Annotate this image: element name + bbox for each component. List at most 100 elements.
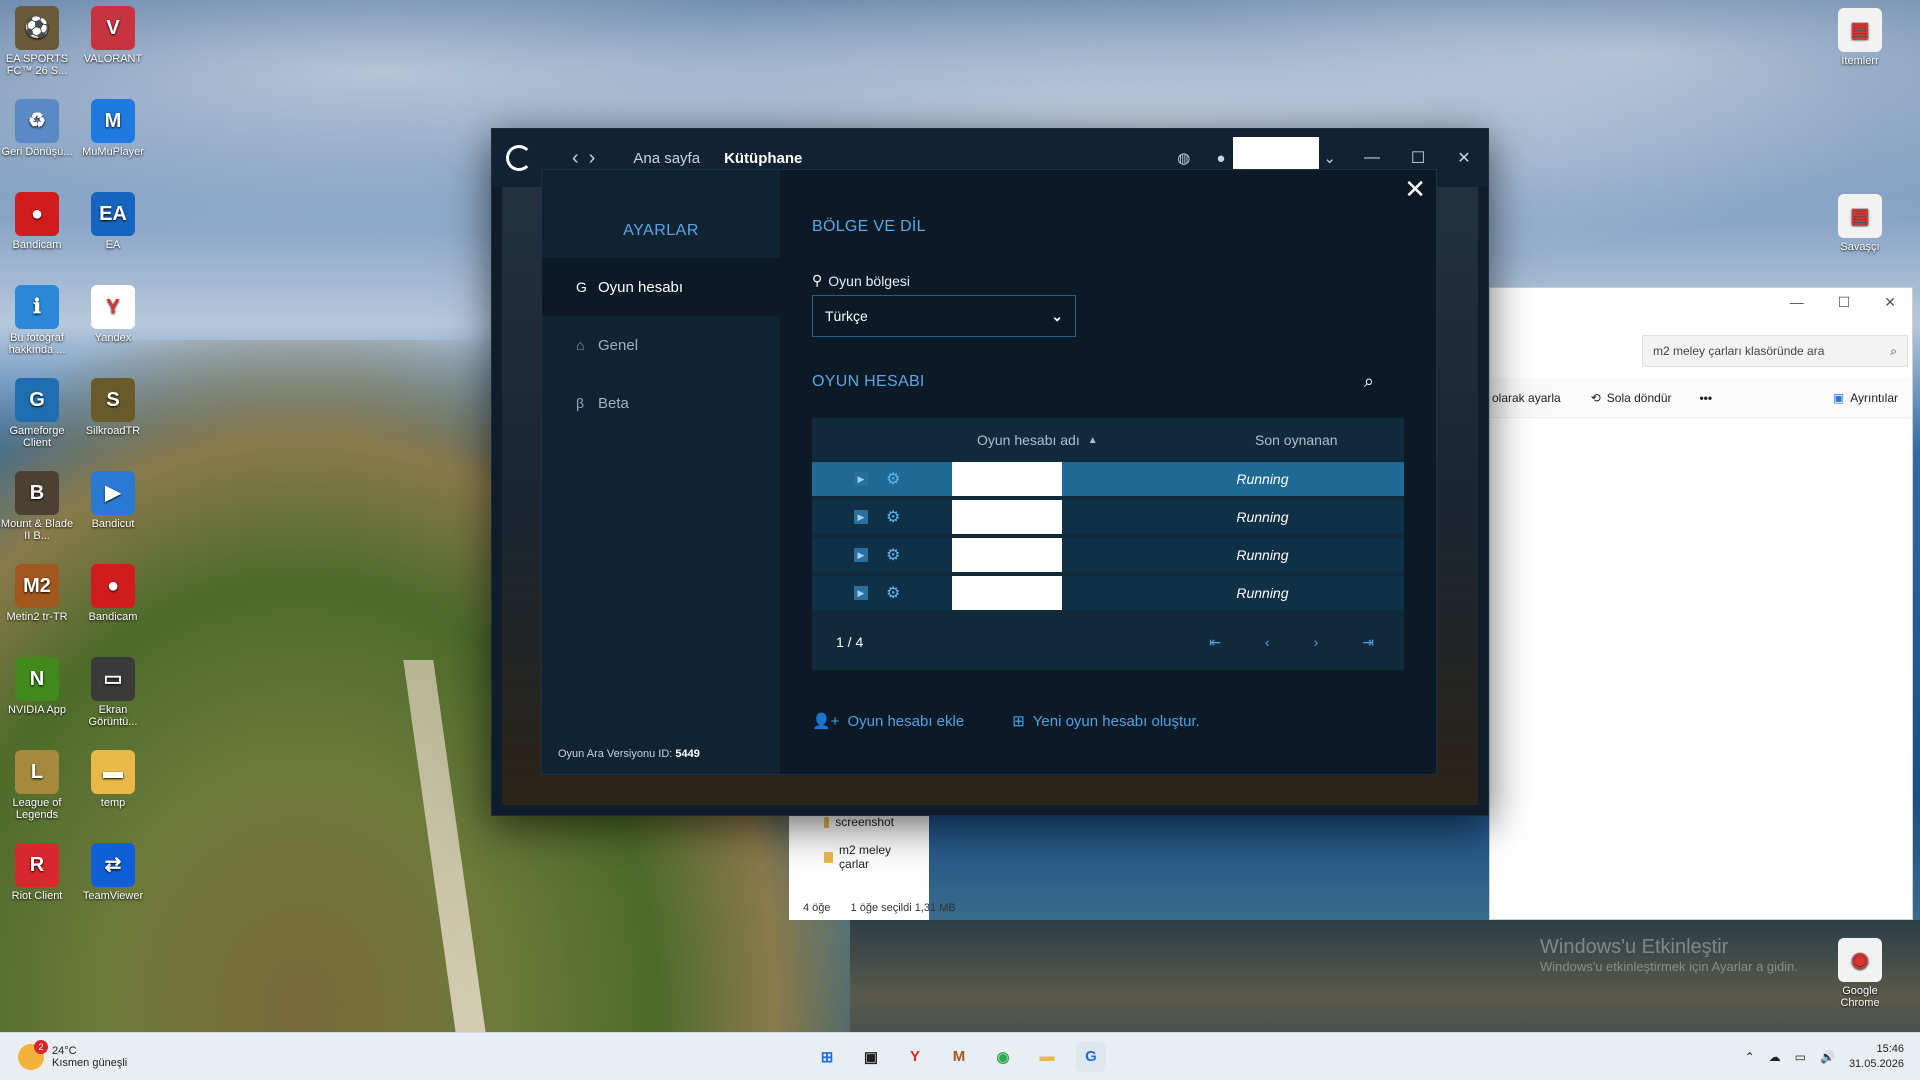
sidebar-item-general[interactable]: ⌂ Genel [542,316,780,374]
desktop-icon[interactable]: M2 Metin2 tr-TR [0,564,74,623]
gear-icon[interactable]: ⚙ [886,469,900,489]
sidebar-item-game-account[interactable]: G Oyun hesabı [542,258,780,316]
file-explorer-icon[interactable]: ▬ [1032,1042,1062,1072]
desktop-icon[interactable]: EA EA [76,192,150,251]
create-account-button[interactable]: ⊞ Yeni oyun hesabı oluştur. [1012,712,1200,731]
desktop-icon[interactable]: ♻ Geri Dönüşü... [0,99,74,158]
region-select[interactable]: Türkçe ⌄ [812,295,1076,337]
globe-icon[interactable]: ◍ [1177,149,1190,167]
maximize-icon[interactable]: ☐ [1838,294,1851,316]
desktop-icon[interactable]: ⚽ EA SPORTS FC™ 26 S... [0,6,74,77]
details-button[interactable]: Ayrıntılar [1850,391,1898,405]
chevron-up-icon[interactable]: ⌃ [1745,1050,1755,1064]
rotate-left-icon: ⟲ [1590,390,1601,405]
taskbar-apps: ⊞ ▣ Y M ◉ ▬ G [812,1041,1106,1072]
more-options-button[interactable]: ••• [1699,391,1712,405]
maximize-icon[interactable]: ☐ [1408,148,1428,168]
explorer-search-input[interactable]: m2 meley çarları klasöründe ara ⌕ [1642,335,1908,367]
nav-library-link[interactable]: Kütüphane [724,150,802,167]
table-row[interactable]: ▶ ⚙ Running [812,462,1404,496]
network-icon[interactable]: ▭ [1795,1050,1806,1064]
region-field-label: ⚲ Oyun bölgesi [812,272,1404,289]
back-arrow-icon[interactable]: ‹ [572,147,579,170]
desktop-icon[interactable]: N NVIDIA App [0,657,74,716]
account-section-header: OYUN HESABI ⌕ [812,371,1404,392]
table-row[interactable]: ▶ ⚙ Running [812,576,1404,610]
table-row[interactable]: ▶ ⚙ Running [812,500,1404,534]
desktop-icon[interactable]: ⇄ TeamViewer [76,843,150,902]
desktop-icon[interactable]: ● Bandicam [0,192,74,251]
play-icon[interactable]: ▶ [854,472,868,486]
app-icon: R [15,843,59,887]
explorer-search-placeholder: m2 meley çarları klasöründe ara [1653,344,1825,358]
volume-icon[interactable]: 🔊 [1820,1050,1835,1064]
yandex-icon[interactable]: Y [900,1042,930,1072]
forward-arrow-icon[interactable]: › [589,147,596,170]
app-icon: EA [91,192,135,236]
sidebar-item-beta[interactable]: β Beta [542,374,780,432]
task-view-icon[interactable]: ▣ [856,1042,886,1072]
first-page-icon[interactable]: ⇤ [1209,634,1221,651]
folder-item-m2[interactable]: m2 meley çarlar [789,836,929,878]
nav-home-link[interactable]: Ana sayfa [633,150,700,167]
desktop-icon[interactable]: ▶ Bandicut [76,471,150,530]
desktop-icon[interactable]: M MuMuPlayer [76,99,150,158]
clock[interactable]: 15:46 31.05.2026 [1849,1042,1904,1072]
version-label: Oyun Ara Versiyonu ID: [558,748,673,760]
desktop-icon[interactable]: V VALORANT [76,6,150,65]
account-actions: 👤+ Oyun hesabı ekle ⊞ Yeni oyun hesabı o… [812,712,1404,731]
next-page-icon[interactable]: › [1314,634,1319,651]
gear-icon[interactable]: ⚙ [886,507,900,527]
gameforge-icon[interactable]: G [1076,1041,1106,1072]
desktop-icon[interactable]: R Riot Client [0,843,74,902]
desktop-icon[interactable]: ▭ Ekran Görüntü... [76,657,150,728]
search-icon: ⌕ [1890,344,1897,358]
desktop-icon-label: Bandicut [91,518,135,530]
gear-icon[interactable]: ⚙ [886,583,900,603]
weather-widget[interactable]: 2 24°C Kısmen güneşli [18,1039,127,1070]
desktop-icon[interactable]: S SilkroadTR [76,378,150,437]
desktop-icon[interactable]: ◉ Google Chrome [1823,938,1897,1009]
minimize-icon[interactable]: — [1790,294,1804,316]
table-row[interactable]: ▶ ⚙ Running [812,538,1404,572]
gear-icon[interactable]: ⚙ [886,545,900,565]
desktop-icon[interactable]: ℹ Bu fotoğraf hakkında ... [0,285,74,356]
chrome-icon[interactable]: ◉ [988,1042,1018,1072]
minimize-icon[interactable]: — [1362,149,1382,167]
play-icon[interactable]: ▶ [854,586,868,600]
start-icon[interactable]: ⊞ [812,1042,842,1072]
desktop-icon[interactable]: ▬ temp [76,750,150,809]
column-header-last-played[interactable]: Son oynanan [1255,432,1338,448]
close-icon[interactable]: ✕ [1884,294,1896,316]
play-icon[interactable]: ▶ [854,548,868,562]
notification-icon[interactable]: ● [1216,150,1225,167]
desktop-icon[interactable]: B Mount & Blade II B... [0,471,74,542]
metin2-icon[interactable]: M [944,1042,974,1072]
column-header-account-name[interactable]: Oyun hesabı adı ▲ [977,432,1177,448]
desktop-icon[interactable]: G Gameforge Client [0,378,74,449]
search-icon[interactable]: ⌕ [1364,371,1374,392]
add-account-button[interactable]: 👤+ Oyun hesabı ekle [812,712,964,731]
desktop-icon-label: Gameforge Client [9,425,65,449]
last-page-icon[interactable]: ⇥ [1362,634,1374,651]
selection-info: 1 öğe seçildi 1,31 MB [850,902,956,914]
app-icon: N [15,657,59,701]
play-icon[interactable]: ▶ [854,510,868,524]
desktop-icon[interactable]: L League of Legends [0,750,74,821]
desktop-icon-label: temp [100,797,126,809]
gameforge-logo-icon[interactable] [506,145,532,171]
close-icon[interactable]: ✕ [1454,148,1474,168]
settings-sidebar: AYARLAR G Oyun hesabı ⌂ Genel β Beta Oyu… [542,170,780,774]
desktop-icon[interactable]: ● Bandicam [76,564,150,623]
desktop-icon-label: Ekran Görüntü... [88,704,138,728]
desktop-icon[interactable]: Y Yandex [76,285,150,344]
system-tray: ⌃ ☁ ▭ 🔊 15:46 31.05.2026 [1745,1042,1904,1072]
rotate-left-button[interactable]: Sola döndür [1607,391,1672,405]
previous-page-icon[interactable]: ‹ [1265,634,1270,651]
desktop-icon[interactable]: ▤ Savaşçı [1823,194,1897,253]
chevron-down-icon[interactable]: ⌄ [1323,149,1336,167]
cloud-icon[interactable]: ☁ [1769,1050,1781,1064]
desktop-icon[interactable]: ▤ İtemlerr [1823,8,1897,67]
set-as-button[interactable]: olarak ayarla [1492,391,1561,405]
region-label: Oyun bölgesi [828,272,910,289]
